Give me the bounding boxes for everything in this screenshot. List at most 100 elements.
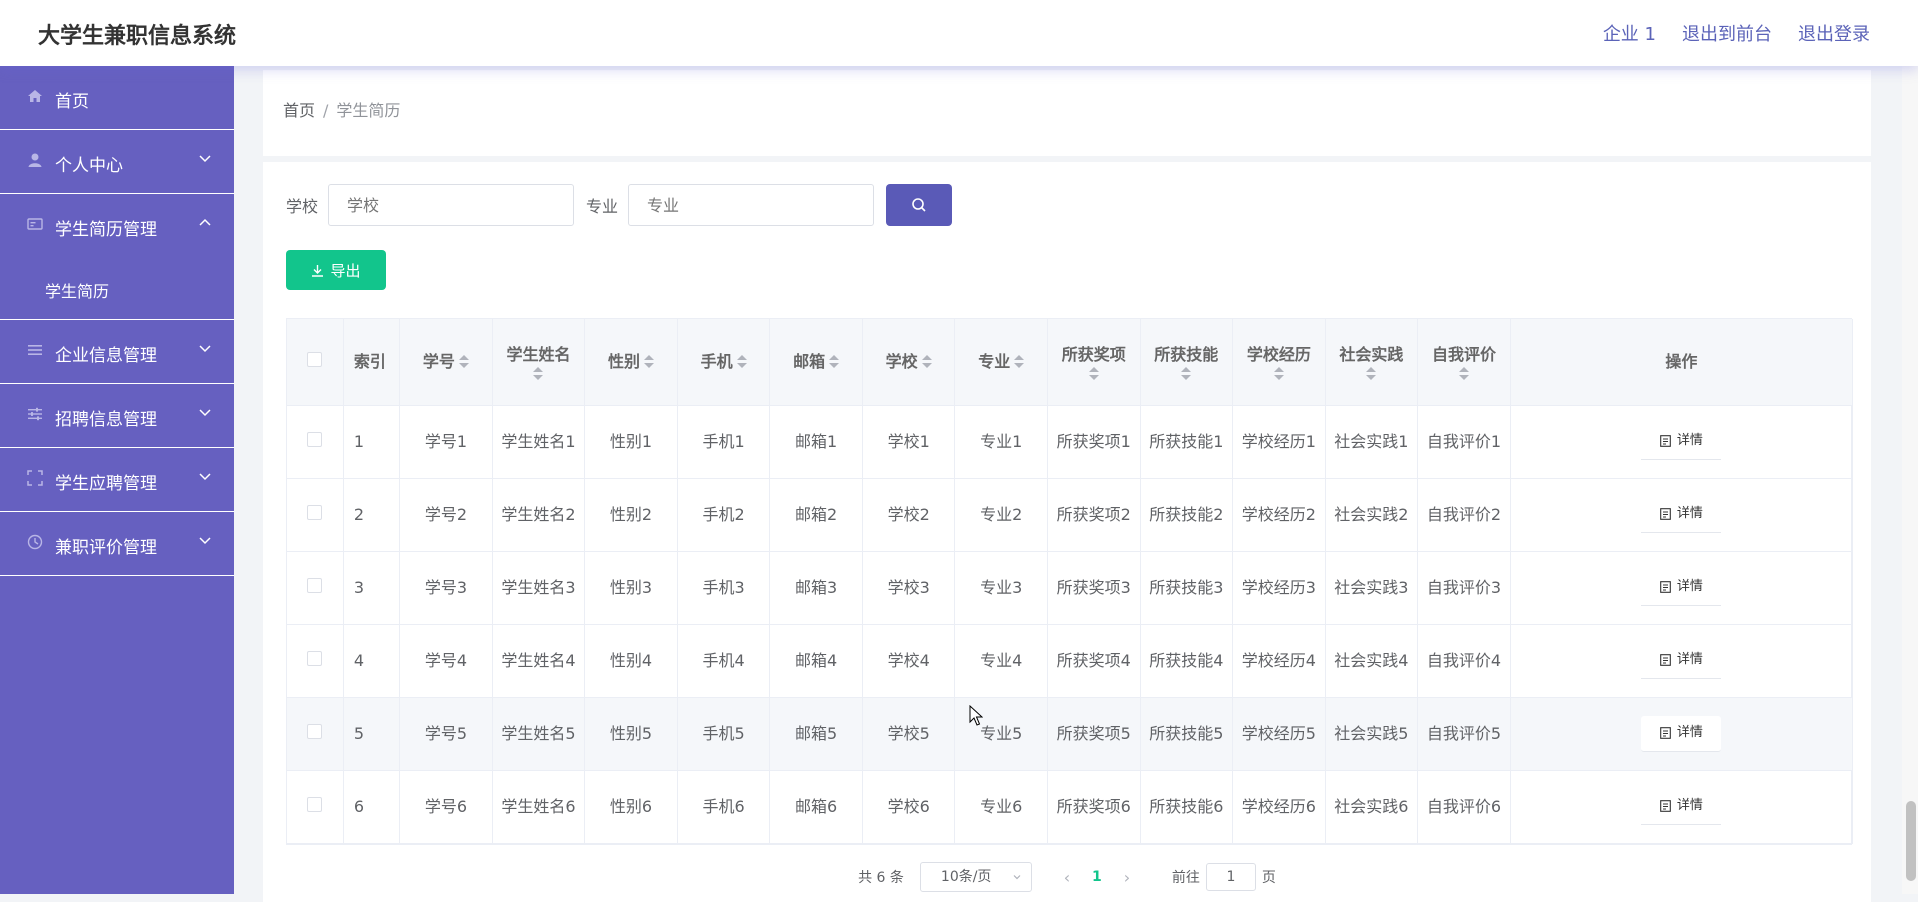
page-scrollbar[interactable] [1902, 66, 1918, 894]
sidebar-item-label: 个人中心 [55, 156, 123, 176]
table-cell: 自我评价3 [1417, 551, 1511, 625]
document-icon [1659, 508, 1671, 520]
user-link[interactable]: 企业 1 [1603, 20, 1656, 46]
table-cell: 专业3 [954, 551, 1048, 625]
school-label: 学校 [286, 197, 319, 216]
sort-icon[interactable] [829, 355, 840, 369]
sidebar-item-company-management[interactable]: 企业信息管理 [0, 320, 234, 384]
top-bar: 大学生兼职信息系统 企业 1 退出到前台 退出登录 [0, 0, 1918, 66]
sort-icon[interactable] [533, 366, 544, 381]
table-cell: 学校6 [862, 770, 956, 844]
major-input[interactable] [628, 184, 875, 226]
table-cell: 手机3 [677, 551, 771, 625]
table-row: 1 学号1 学生姓名1 性别1 手机1 邮箱1 学校1 专业1 所获奖项1 所获技能1 学校经历1 社… [287, 405, 1854, 479]
sort-icon[interactable] [921, 355, 932, 369]
sort-icon[interactable] [644, 355, 655, 369]
table-cell: 邮箱5 [769, 697, 863, 771]
detail-button[interactable]: 详情 [1641, 496, 1722, 533]
table-cell: 1 [343, 405, 401, 479]
sidebar-item-label: 学生应聘管理 [55, 474, 157, 494]
table-cell: 学校5 [862, 697, 956, 771]
breadcrumb-home[interactable]: 首页 [283, 101, 315, 120]
detail-button[interactable]: 详情 [1641, 569, 1722, 606]
column-header-self-evaluation[interactable]: 自我评价 [1417, 319, 1511, 406]
sort-icon[interactable] [1273, 366, 1284, 381]
table-cell: 手机1 [677, 405, 771, 479]
scrollbar-thumb[interactable] [1906, 801, 1916, 881]
column-header-awards[interactable]: 所获奖项 [1047, 319, 1141, 406]
table-cell: 学校经历1 [1232, 405, 1326, 479]
detail-button[interactable]: 详情 [1641, 788, 1722, 825]
column-header-school-experience[interactable]: 学校经历 [1232, 319, 1326, 406]
column-header-student-id[interactable]: 学号 [399, 319, 493, 406]
sort-icon[interactable] [1366, 366, 1377, 381]
select-all-checkbox[interactable] [307, 351, 323, 367]
chevron-down-icon [199, 155, 211, 163]
detail-button[interactable]: 详情 [1641, 715, 1722, 752]
row-checkbox[interactable] [307, 650, 323, 666]
row-checkbox[interactable] [307, 577, 323, 593]
search-icon [912, 198, 926, 212]
detail-label: 详情 [1676, 579, 1703, 594]
table-cell: 学校4 [862, 624, 956, 698]
page-number-current[interactable]: 1 [1082, 869, 1112, 885]
column-header-email[interactable]: 邮箱 [769, 319, 863, 406]
table-cell: 邮箱2 [769, 478, 863, 552]
column-header-social-practice[interactable]: 社会实践 [1325, 319, 1419, 406]
detail-button[interactable]: 详情 [1641, 423, 1722, 460]
sidebar-subitem-student-resume[interactable]: 学生简历 [0, 258, 234, 320]
column-header-gender[interactable]: 性别 [584, 319, 678, 406]
sidebar-item-recruitment-management[interactable]: 招聘信息管理 [0, 384, 234, 448]
sidebar-item-personal-center[interactable]: 个人中心 [0, 130, 234, 194]
export-button[interactable]: 导出 [286, 250, 386, 290]
detail-label: 详情 [1676, 506, 1703, 521]
sort-icon[interactable] [1181, 366, 1192, 381]
logout-link[interactable]: 退出登录 [1798, 20, 1870, 46]
sidebar-item-home[interactable]: 首页 [0, 66, 234, 130]
row-select-cell [287, 697, 344, 771]
column-header-major[interactable]: 专业 [954, 319, 1048, 406]
download-icon [312, 264, 324, 277]
table-cell: 性别6 [584, 770, 678, 844]
sidebar-item-resume-management[interactable]: 学生简历管理 [0, 194, 234, 258]
detail-button[interactable]: 详情 [1641, 642, 1722, 679]
row-checkbox[interactable] [307, 504, 323, 520]
row-checkbox[interactable] [307, 431, 323, 447]
sidebar-item-label: 首页 [55, 92, 89, 112]
column-header-school[interactable]: 学校 [862, 319, 956, 406]
row-checkbox[interactable] [307, 796, 323, 812]
table-cell: 学生姓名3 [492, 551, 586, 625]
column-header-phone[interactable]: 手机 [677, 319, 771, 406]
column-header-skills[interactable]: 所获技能 [1140, 319, 1234, 406]
table-cell: 邮箱4 [769, 624, 863, 698]
actions-cell: 详情 [1510, 770, 1854, 844]
next-page-button[interactable]: › [1112, 868, 1142, 887]
school-input[interactable] [328, 184, 575, 226]
prev-page-button[interactable]: ‹ [1052, 868, 1082, 887]
page-size-select[interactable]: 10条/页 [919, 862, 1032, 892]
sort-icon[interactable] [736, 355, 747, 369]
sort-icon[interactable] [458, 355, 469, 369]
major-label: 专业 [586, 197, 619, 216]
sort-icon[interactable] [1458, 366, 1469, 381]
detail-label: 详情 [1676, 725, 1703, 740]
search-button[interactable] [886, 184, 953, 226]
sort-icon[interactable] [1014, 355, 1025, 369]
table-cell: 邮箱1 [769, 405, 863, 479]
table-cell: 学校1 [862, 405, 956, 479]
table-cell: 性别3 [584, 551, 678, 625]
table-cell: 所获技能4 [1140, 624, 1234, 698]
sort-icon[interactable] [1088, 366, 1099, 381]
sidebar-item-application-management[interactable]: 学生应聘管理 [0, 448, 234, 512]
sidebar-item-evaluation-management[interactable]: 兼职评价管理 [0, 512, 234, 576]
sidebar-item-label: 招聘信息管理 [55, 410, 157, 430]
back-to-front-link[interactable]: 退出到前台 [1682, 20, 1772, 46]
table-cell: 所获奖项1 [1047, 405, 1141, 479]
table-cell: 学号6 [399, 770, 493, 844]
chevron-up-icon [199, 218, 211, 226]
table-cell: 所获奖项4 [1047, 624, 1141, 698]
row-checkbox[interactable] [307, 723, 323, 739]
column-header-student-name[interactable]: 学生姓名 [492, 319, 586, 406]
goto-page-input[interactable]: 1 [1205, 863, 1256, 891]
table-cell: 学号5 [399, 697, 493, 771]
